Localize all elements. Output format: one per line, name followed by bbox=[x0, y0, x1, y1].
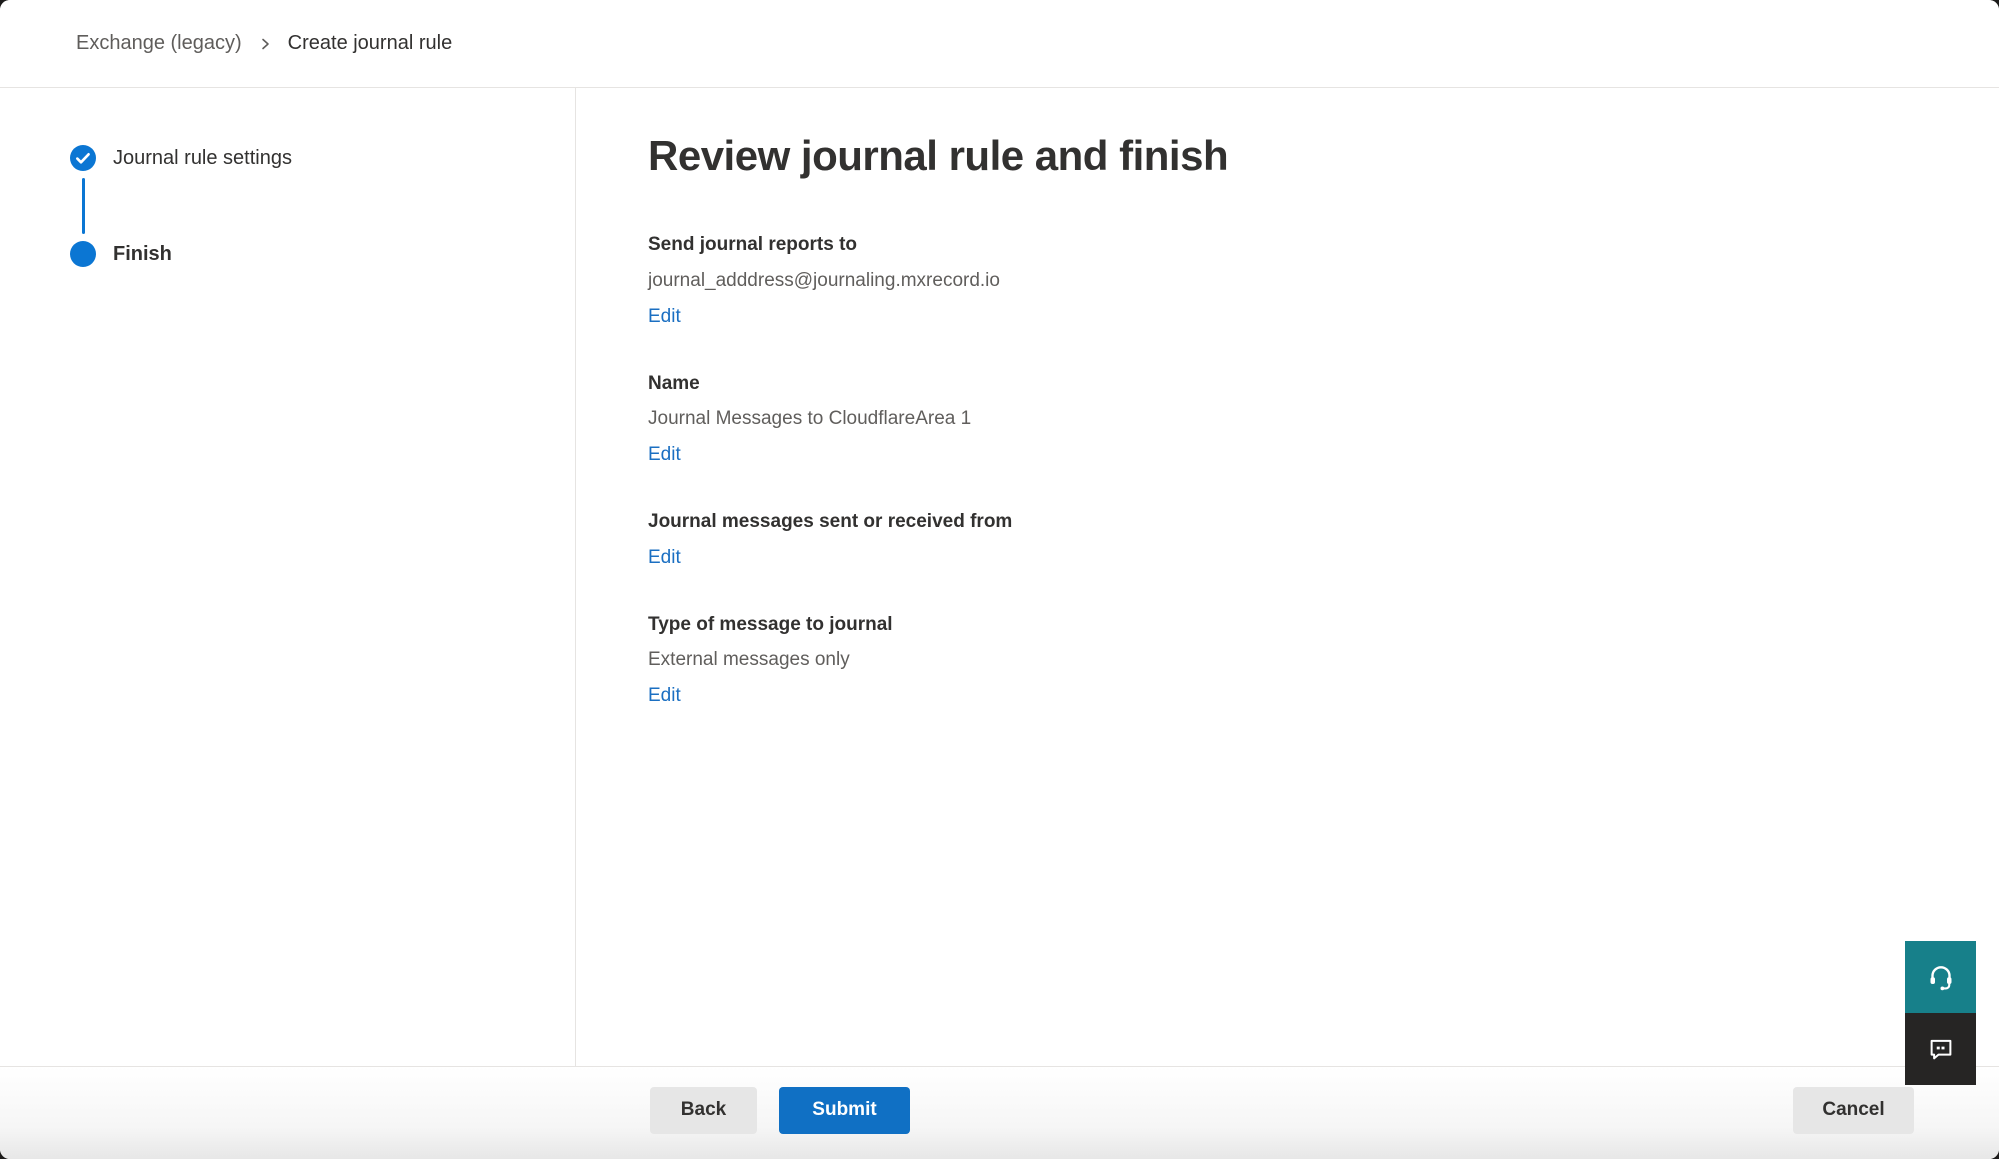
edit-link-journal-messages-scope[interactable]: Edit bbox=[648, 547, 681, 570]
create-journal-rule-window: Exchange (legacy) Create journal rule Jo… bbox=[0, 0, 1999, 1159]
review-pane: Review journal rule and finish Send jour… bbox=[576, 88, 1999, 1066]
feedback-icon bbox=[1926, 1034, 1956, 1064]
wizard-footer: Back Submit Cancel bbox=[0, 1066, 1999, 1159]
submit-button[interactable]: Submit bbox=[779, 1087, 910, 1134]
section-value: journal_adddress@journaling.mxrecord.io bbox=[648, 270, 1939, 293]
section-name: Name Journal Messages to CloudflareArea … bbox=[648, 373, 1939, 467]
section-label: Type of message to journal bbox=[648, 614, 1939, 637]
wizard-step-connector bbox=[82, 178, 85, 234]
breadcrumb-create-journal-rule: Create journal rule bbox=[288, 32, 453, 55]
section-label: Journal messages sent or received from bbox=[648, 511, 1939, 534]
feedback-button[interactable] bbox=[1905, 1013, 1976, 1085]
help-button[interactable] bbox=[1905, 941, 1976, 1013]
cancel-button[interactable]: Cancel bbox=[1793, 1087, 1914, 1134]
wizard-step-label: Journal rule settings bbox=[113, 147, 292, 170]
section-send-journal-reports-to: Send journal reports to journal_adddress… bbox=[648, 234, 1939, 328]
edit-link-send-journal-reports-to[interactable]: Edit bbox=[648, 306, 681, 329]
edit-link-name[interactable]: Edit bbox=[648, 444, 681, 467]
section-label: Send journal reports to bbox=[648, 234, 1939, 257]
section-type-of-message-to-journal: Type of message to journal External mess… bbox=[648, 614, 1939, 708]
section-journal-messages-sent-or-received-from: Journal messages sent or received from E… bbox=[648, 511, 1939, 570]
chevron-right-icon bbox=[258, 37, 272, 51]
wizard-step-journal-rule-settings[interactable]: Journal rule settings bbox=[70, 145, 575, 171]
section-value: Journal Messages to CloudflareArea 1 bbox=[648, 408, 1939, 431]
back-button[interactable]: Back bbox=[650, 1087, 757, 1134]
layout: Journal rule settings Finish Review jour… bbox=[0, 88, 1999, 1066]
section-value: External messages only bbox=[648, 649, 1939, 672]
breadcrumb-exchange-legacy[interactable]: Exchange (legacy) bbox=[76, 32, 242, 55]
wizard-step-label: Finish bbox=[113, 243, 172, 266]
section-label: Name bbox=[648, 373, 1939, 396]
header: Exchange (legacy) Create journal rule bbox=[0, 0, 1999, 88]
breadcrumb: Exchange (legacy) Create journal rule bbox=[76, 32, 452, 55]
check-circle-icon bbox=[70, 145, 96, 171]
headset-icon bbox=[1926, 962, 1956, 992]
page-title: Review journal rule and finish bbox=[648, 132, 1939, 180]
wizard-steps-panel: Journal rule settings Finish bbox=[0, 88, 576, 1066]
wizard-step-finish[interactable]: Finish bbox=[70, 241, 575, 267]
edit-link-message-type[interactable]: Edit bbox=[648, 685, 681, 708]
filled-circle-icon bbox=[70, 241, 96, 267]
